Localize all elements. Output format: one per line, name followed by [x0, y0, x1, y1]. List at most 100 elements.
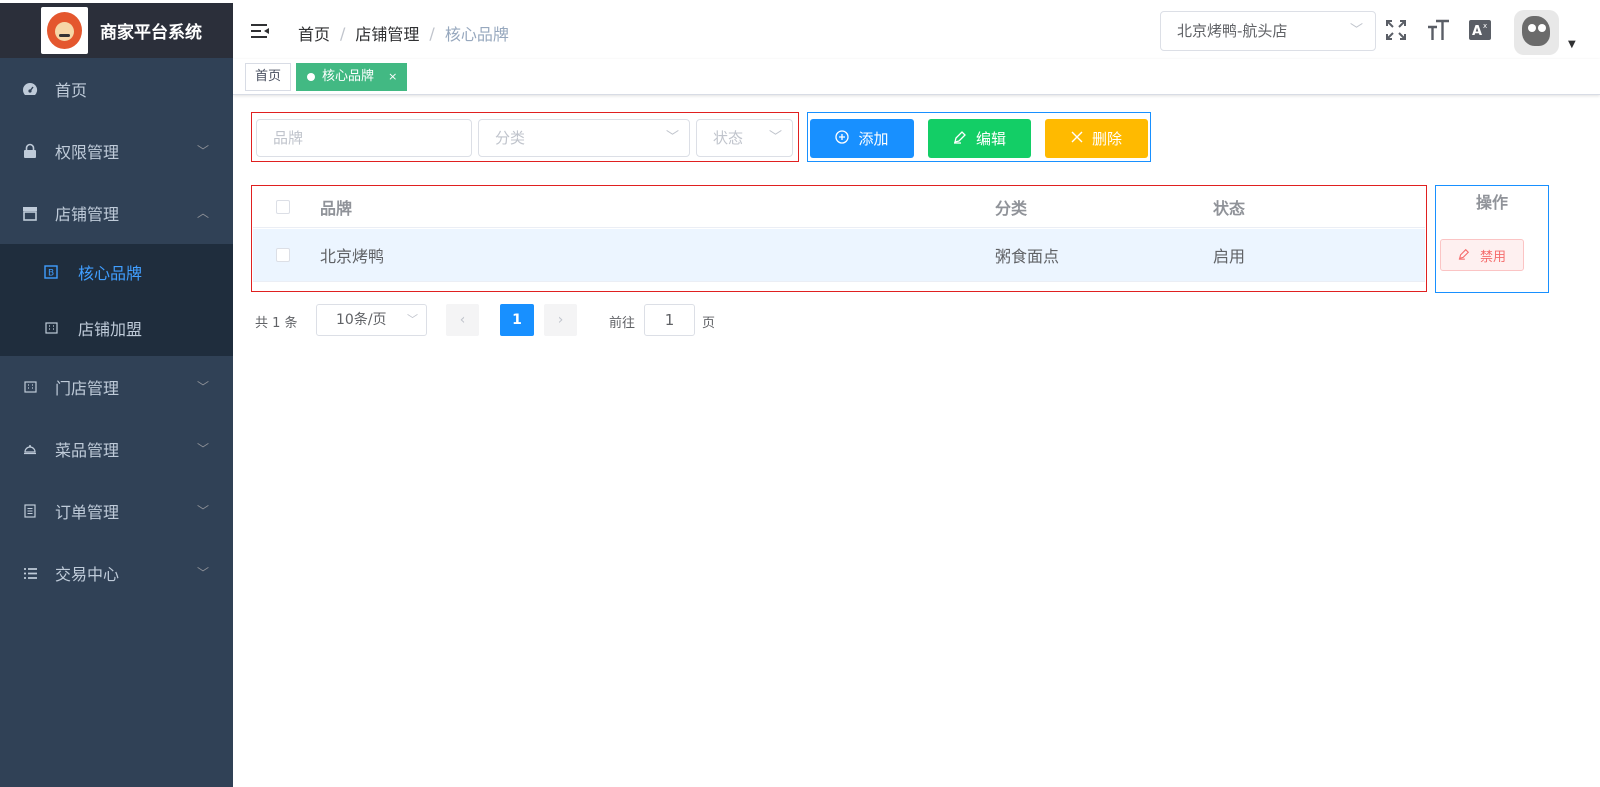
avatar[interactable]	[1514, 10, 1559, 55]
close-icon[interactable]: ×	[388, 70, 397, 83]
store-select[interactable]: 北京烤鸭-航头店 ﹀	[1160, 11, 1376, 51]
chevron-down-icon: ﹀	[407, 313, 418, 326]
sidebar-subitem-label: 核心品牌	[78, 264, 143, 283]
chevron-down-icon: ﹀	[196, 566, 209, 580]
chevron-down-icon: ﹀	[196, 380, 209, 394]
select-all-checkbox[interactable]	[276, 199, 290, 214]
page-size-value: 10条/页	[336, 312, 387, 328]
status-select[interactable]: 状态 ﹀	[696, 119, 793, 157]
disable-button-label: 禁用	[1479, 249, 1506, 265]
svg-text:x: x	[1483, 22, 1487, 30]
close-icon	[1071, 131, 1083, 147]
font-size-icon[interactable]	[1425, 17, 1451, 43]
main-content: 品牌 分类 ﹀ 状态 ﹀ 添加 编辑 删除 品牌 分类 状态 北京烤鸭 粥食面点…	[233, 95, 1600, 787]
sidebar-item-permissions[interactable]: 权限管理 ﹀	[0, 120, 233, 182]
shop-submenu: B 核心品牌 店铺加盟	[0, 244, 233, 356]
pagination-total: 共 1 条	[255, 316, 298, 331]
page-size-select[interactable]: 10条/页 ﹀	[316, 304, 427, 336]
add-button-label: 添加	[858, 130, 889, 148]
sidebar-item-core-brand[interactable]: B 核心品牌	[0, 244, 233, 300]
filter-bar: 品牌 分类 ﹀ 状态 ﹀	[251, 112, 799, 162]
chevron-down-icon: ﹀	[196, 442, 209, 456]
page-suffix-label: 页	[702, 316, 716, 331]
add-button[interactable]: 添加	[810, 119, 914, 158]
lock-icon	[22, 143, 38, 159]
app-root: 商家平台系统 首页 权限管理 ﹀ 店铺管理 ︿ B 核心品牌 店铺加盟 门店管理…	[0, 0, 1600, 787]
breadcrumb-shop[interactable]: 店铺管理	[355, 21, 419, 45]
sidebar-item-home[interactable]: 首页	[0, 58, 233, 120]
document-icon	[22, 503, 38, 519]
goto-page-input[interactable]: 1	[644, 304, 695, 336]
hamburger-icon[interactable]	[251, 23, 269, 39]
list-icon	[22, 565, 38, 581]
sidebar-item-dishes[interactable]: 菜品管理 ﹀	[0, 418, 233, 480]
table-row[interactable]: 北京烤鸭 粥食面点 启用	[253, 229, 1425, 282]
sidebar-item-store[interactable]: 门店管理 ﹀	[0, 356, 233, 418]
status-select-placeholder: 状态	[713, 129, 744, 147]
breadcrumb-separator: /	[340, 23, 346, 43]
chevron-down-icon: ﹀	[768, 130, 782, 145]
operations-column: 操作 禁用	[1435, 185, 1549, 293]
page-number-current[interactable]: 1	[500, 304, 534, 336]
cell-status: 启用	[1213, 247, 1246, 266]
store-select-value: 北京烤鸭-航头店	[1177, 22, 1288, 40]
category-select-placeholder: 分类	[495, 129, 526, 147]
sidebar-item-label: 订单管理	[55, 503, 120, 522]
chevron-down-icon: ﹀	[1349, 23, 1363, 38]
action-toolbar: 添加 编辑 删除	[807, 112, 1151, 162]
sidebar-item-shop-franchise[interactable]: 店铺加盟	[0, 300, 233, 356]
cell-brand: 北京烤鸭	[320, 247, 385, 266]
sidebar-item-orders[interactable]: 订单管理 ﹀	[0, 480, 233, 542]
sidebar-item-label: 权限管理	[55, 143, 120, 162]
sidebar: 商家平台系统 首页 权限管理 ﹀ 店铺管理 ︿ B 核心品牌 店铺加盟 门店管理…	[0, 0, 233, 787]
dish-icon	[22, 441, 38, 457]
sidebar-item-label: 首页	[55, 81, 88, 100]
chevron-down-icon: ﹀	[196, 144, 209, 158]
building-icon	[22, 379, 38, 395]
disable-button[interactable]: 禁用	[1440, 239, 1524, 271]
breadcrumb-home[interactable]: 首页	[298, 21, 330, 45]
edit-icon	[953, 130, 967, 148]
app-logo	[41, 7, 88, 54]
sidebar-item-label: 门店管理	[55, 379, 120, 398]
tags-view: 首页 核心品牌 ×	[233, 59, 1600, 95]
next-page-button[interactable]: ›	[544, 304, 577, 336]
dashboard-icon	[22, 81, 38, 97]
edit-button-label: 编辑	[975, 130, 1006, 148]
plus-circle-icon	[835, 129, 850, 148]
tag-label: 首页	[255, 69, 282, 84]
breadcrumb: 首页 / 店铺管理 / 核心品牌	[298, 21, 509, 45]
row-checkbox[interactable]	[276, 248, 290, 262]
translate-icon[interactable]: Ax	[1467, 17, 1493, 43]
column-header-brand: 品牌	[320, 198, 353, 218]
brand-input[interactable]: 品牌	[256, 119, 472, 157]
svg-text:B: B	[48, 269, 54, 279]
top-navbar: 首页 / 店铺管理 / 核心品牌 北京烤鸭-航头店 ﹀ Ax ▼	[233, 0, 1600, 59]
caret-down-icon[interactable]: ▼	[1568, 39, 1576, 50]
sidebar-item-label: 交易中心	[55, 565, 120, 584]
sidebar-item-shop[interactable]: 店铺管理 ︿	[0, 182, 233, 244]
edit-button[interactable]: 编辑	[928, 119, 1031, 158]
prev-page-button[interactable]: ‹	[446, 304, 479, 336]
shop-icon	[22, 205, 38, 221]
chevron-down-icon: ﹀	[665, 130, 679, 145]
delete-button-label: 删除	[1091, 130, 1122, 148]
category-select[interactable]: 分类 ﹀	[478, 119, 690, 157]
sidebar-item-label: 店铺管理	[55, 205, 120, 224]
tag-home[interactable]: 首页	[245, 63, 292, 91]
column-header-category: 分类	[995, 198, 1028, 218]
fullscreen-icon[interactable]	[1383, 17, 1409, 43]
table-header: 品牌 分类 状态	[253, 186, 1425, 228]
tag-core-brand[interactable]: 核心品牌 ×	[296, 63, 408, 91]
chevron-down-icon: ﹀	[196, 504, 209, 518]
breadcrumb-separator: /	[429, 23, 435, 43]
delete-button[interactable]: 删除	[1045, 119, 1148, 158]
chevron-up-icon: ︿	[196, 206, 209, 220]
goto-label: 前往	[609, 316, 636, 331]
sidebar-item-trade[interactable]: 交易中心 ﹀	[0, 542, 233, 604]
column-header-status: 状态	[1213, 198, 1246, 218]
sidebar-subitem-label: 店铺加盟	[78, 320, 143, 339]
data-table: 品牌 分类 状态 北京烤鸭 粥食面点 启用	[251, 185, 1427, 292]
svg-text:A: A	[1472, 24, 1482, 39]
logo-bar: 商家平台系统	[0, 0, 233, 58]
